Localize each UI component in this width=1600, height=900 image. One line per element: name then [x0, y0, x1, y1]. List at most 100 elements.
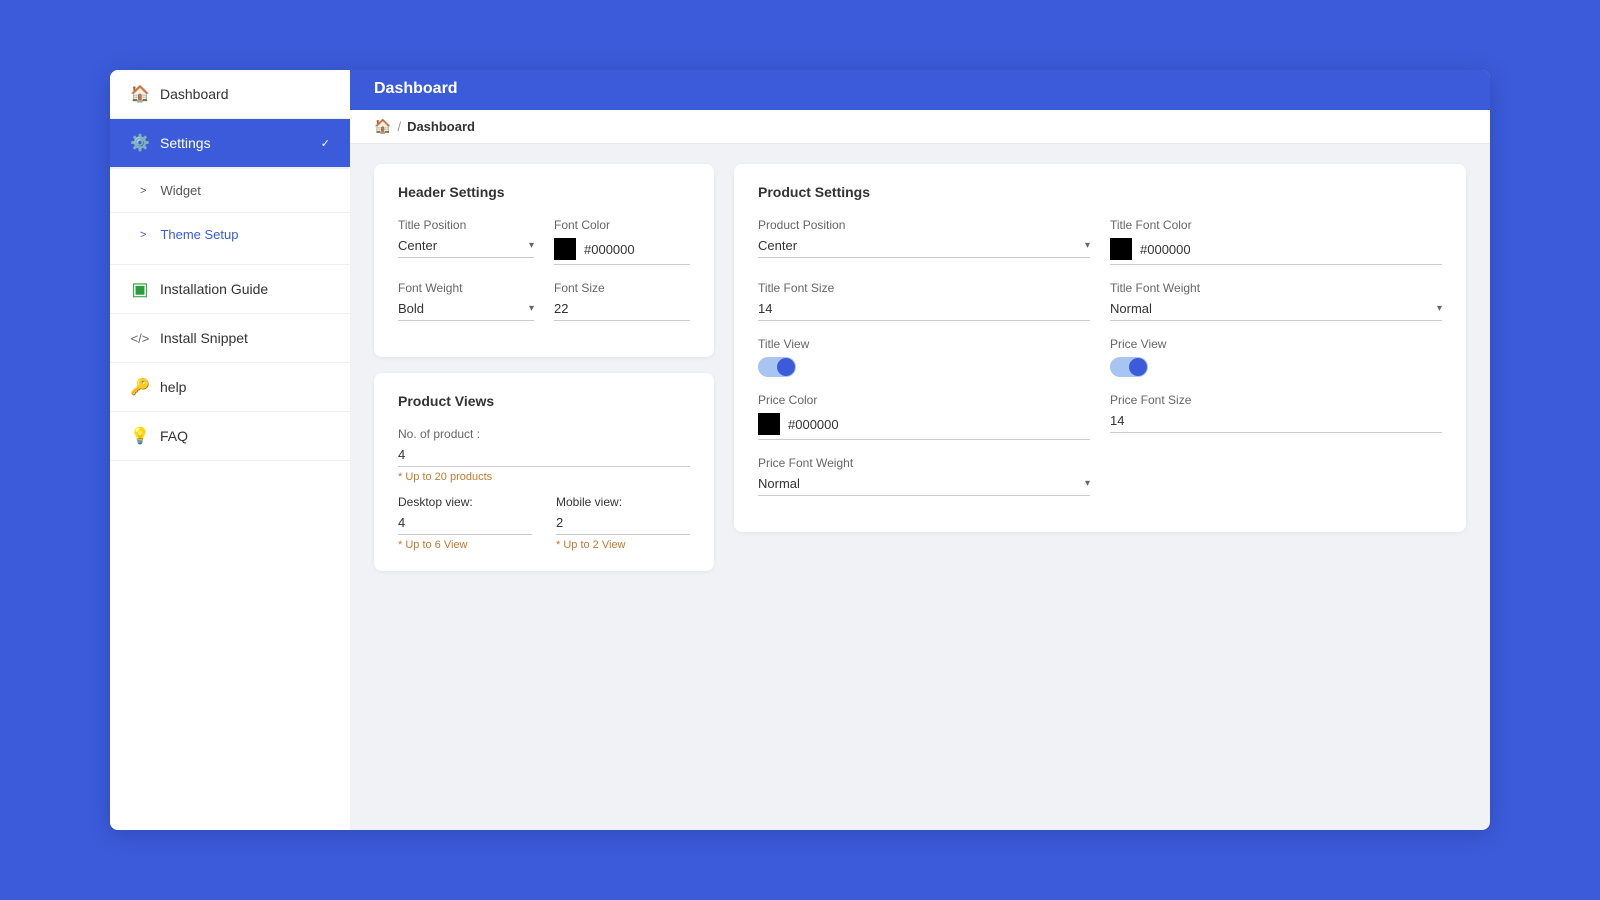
font-weight-label: Font Weight — [398, 281, 534, 295]
sidebar-item-dashboard-label: Dashboard — [160, 86, 229, 102]
price-font-weight-label: Price Font Weight — [758, 456, 1090, 470]
desktop-view-value: 4 — [398, 515, 532, 535]
mobile-view-label: Mobile view: — [556, 495, 690, 509]
title-view-toggle-wrapper — [758, 357, 1090, 377]
header-settings-card: Header Settings Title Position Center ▾ — [374, 164, 714, 357]
home-icon: 🏠 — [130, 84, 150, 104]
font-color-preview[interactable]: #000000 — [554, 238, 690, 265]
select-chevron-icon: ▾ — [529, 240, 534, 251]
title-font-size-label: Title Font Size — [758, 281, 1090, 295]
sidebar-item-theme-setup[interactable]: > Theme Setup — [110, 212, 350, 256]
header-settings-title: Header Settings — [398, 184, 690, 200]
sidebar-item-help-label: help — [160, 379, 186, 395]
sidebar-item-faq[interactable]: 💡 FAQ — [110, 412, 350, 461]
desktop-view-col: Desktop view: 4 * Up to 6 View — [398, 495, 532, 551]
sidebar-item-widget[interactable]: > Widget — [110, 168, 350, 212]
breadcrumb: 🏠 / Dashboard — [350, 110, 1490, 144]
product-position-group: Product Position Center ▾ — [758, 218, 1090, 265]
title-view-toggle-knob — [777, 358, 795, 376]
no-of-product-hint: * Up to 20 products — [398, 471, 690, 483]
title-position-group: Title Position Center ▾ — [398, 218, 534, 265]
font-size-label: Font Size — [554, 281, 690, 295]
product-position-label: Product Position — [758, 218, 1090, 232]
sidebar-item-dashboard[interactable]: 🏠 Dashboard — [110, 70, 350, 119]
title-view-label: Title View — [758, 337, 1090, 351]
font-size-group: Font Size 22 — [554, 281, 690, 321]
select-chevron-icon: ▾ — [529, 303, 534, 314]
price-color-swatch — [758, 413, 780, 435]
price-view-label: Price View — [1110, 337, 1442, 351]
font-color-swatch — [554, 238, 576, 260]
mobile-view-col: Mobile view: 2 * Up to 2 View — [556, 495, 690, 551]
title-font-color-preview[interactable]: #000000 — [1110, 238, 1442, 265]
select-chevron-icon: ▾ — [1085, 478, 1090, 489]
title-font-weight-group: Title Font Weight Normal ▾ — [1110, 281, 1442, 321]
sidebar-item-install-snippet[interactable]: </> Install Snippet — [110, 314, 350, 363]
font-color-label: Font Color — [554, 218, 690, 232]
price-color-group: Price Color #000000 — [758, 393, 1090, 440]
price-font-size-value: 14 — [1110, 413, 1442, 433]
price-font-size-label: Price Font Size — [1110, 393, 1442, 407]
breadcrumb-current: Dashboard — [407, 119, 475, 134]
sidebar-item-help[interactable]: 🔑 help — [110, 363, 350, 412]
title-font-color-hex: #000000 — [1140, 242, 1191, 257]
desktop-view-label: Desktop view: — [398, 495, 532, 509]
font-weight-select[interactable]: Bold — [398, 301, 525, 316]
product-position-select-wrapper[interactable]: Center ▾ — [758, 238, 1090, 258]
title-font-weight-select[interactable]: Normal — [1110, 301, 1433, 316]
header-settings-row2: Font Weight Bold ▾ Font Size 22 — [398, 281, 690, 321]
product-position-select[interactable]: Center — [758, 238, 1081, 253]
product-settings-row1: Product Position Center ▾ Title Font Col… — [758, 218, 1442, 265]
font-color-hex: #000000 — [584, 242, 635, 257]
font-weight-group: Font Weight Bold ▾ — [398, 281, 534, 321]
title-position-label: Title Position — [398, 218, 534, 232]
sidebar-item-faq-label: FAQ — [160, 428, 188, 444]
faq-icon: 💡 — [130, 426, 150, 446]
snippet-icon: </> — [130, 328, 150, 348]
price-view-toggle-knob — [1129, 358, 1147, 376]
no-of-product-group: No. of product : 4 * Up to 20 products — [398, 427, 690, 483]
product-views-grid: Desktop view: 4 * Up to 6 View Mobile vi… — [398, 495, 690, 551]
price-font-weight-select[interactable]: Normal — [758, 476, 1081, 491]
price-font-size-group: Price Font Size 14 — [1110, 393, 1442, 440]
title-font-color-label: Title Font Color — [1110, 218, 1442, 232]
arrow-icon: > — [140, 185, 146, 197]
right-column: Product Settings Product Position Center… — [734, 164, 1466, 810]
sidebar-item-settings[interactable]: ⚙️ Settings ✓ — [110, 119, 350, 168]
font-size-value: 22 — [554, 301, 690, 321]
breadcrumb-separator: / — [397, 119, 401, 134]
mobile-view-hint: * Up to 2 View — [556, 539, 690, 551]
arrow-icon: > — [140, 229, 146, 241]
price-color-label: Price Color — [758, 393, 1090, 407]
sidebar-item-settings-label: Settings — [160, 135, 211, 151]
title-font-color-group: Title Font Color #000000 — [1110, 218, 1442, 265]
placeholder-group — [1110, 456, 1442, 496]
price-color-preview[interactable]: #000000 — [758, 413, 1090, 440]
font-weight-select-wrapper[interactable]: Bold ▾ — [398, 301, 534, 321]
title-view-toggle[interactable] — [758, 357, 796, 377]
title-font-size-group: Title Font Size 14 — [758, 281, 1090, 321]
font-color-group: Font Color #000000 — [554, 218, 690, 265]
product-settings-card: Product Settings Product Position Center… — [734, 164, 1466, 532]
help-icon: 🔑 — [130, 377, 150, 397]
title-position-select[interactable]: Center — [398, 238, 525, 253]
desktop-view-hint: * Up to 6 View — [398, 539, 532, 551]
select-chevron-icon: ▾ — [1437, 303, 1442, 314]
topbar-title: Dashboard — [374, 80, 1466, 98]
title-font-weight-label: Title Font Weight — [1110, 281, 1442, 295]
price-view-toggle[interactable] — [1110, 357, 1148, 377]
topbar: Dashboard — [350, 70, 1490, 110]
no-of-product-value: 4 — [398, 447, 690, 467]
product-settings-row4: Price Color #000000 Price Font Size 14 — [758, 393, 1442, 440]
sidebar-item-installation-label: Installation Guide — [160, 281, 268, 297]
sidebar-item-snippet-label: Install Snippet — [160, 330, 248, 346]
product-views-title: Product Views — [398, 393, 690, 409]
sidebar-item-installation-guide[interactable]: ▣ Installation Guide — [110, 264, 350, 314]
content-area: Header Settings Title Position Center ▾ — [350, 144, 1490, 830]
title-font-size-value: 14 — [758, 301, 1090, 321]
price-font-weight-select-wrapper[interactable]: Normal ▾ — [758, 476, 1090, 496]
title-font-weight-select-wrapper[interactable]: Normal ▾ — [1110, 301, 1442, 321]
title-view-group: Title View — [758, 337, 1090, 377]
header-settings-row1: Title Position Center ▾ Font Color — [398, 218, 690, 265]
title-position-select-wrapper[interactable]: Center ▾ — [398, 238, 534, 258]
